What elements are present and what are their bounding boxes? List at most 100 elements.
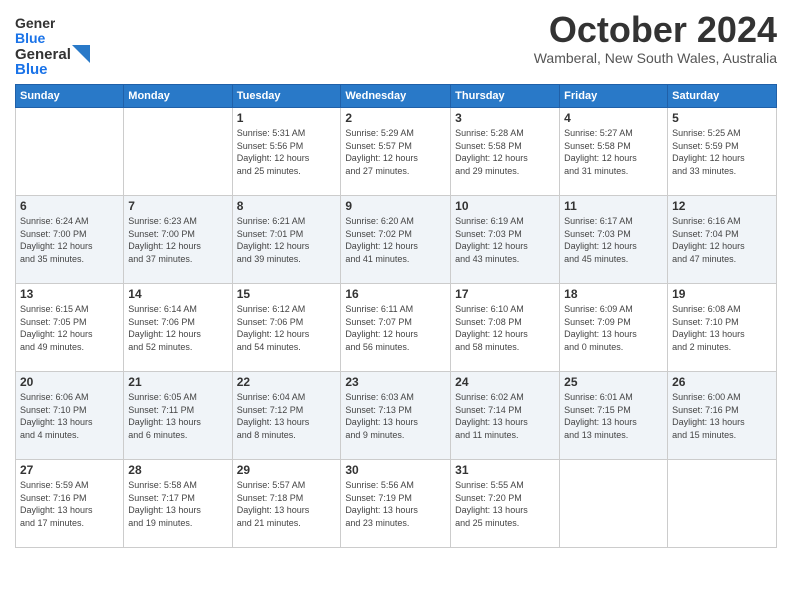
day-info: Sunrise: 6:08 AM Sunset: 7:10 PM Dayligh… [672, 303, 772, 353]
calendar-cell: 6 Sunrise: 6:24 AM Sunset: 7:00 PM Daylig… [16, 196, 124, 284]
calendar-cell: 31Sunrise: 5:55 AM Sunset: 7:20 PM Dayli… [451, 460, 560, 548]
calendar-cell: 24 Sunrise: 6:02 AM Sunset: 7:14 PM Dayli… [451, 372, 560, 460]
day-info: Sunrise: 6:19 AM Sunset: 7:03 PM Dayligh… [455, 215, 555, 265]
day-number: 2 [345, 111, 446, 125]
header-wednesday: Wednesday [341, 85, 451, 108]
page: General Blue General Blue October 2024 W… [0, 0, 792, 612]
day-info: Sunrise: 6:05 AM Sunset: 7:11 PM Dayligh… [128, 391, 227, 441]
day-number: 22 [237, 375, 337, 389]
header-monday: Monday [124, 85, 232, 108]
calendar-week-2: 6 Sunrise: 6:24 AM Sunset: 7:00 PM Daylig… [16, 196, 777, 284]
day-info: Sunrise: 6:21 AM Sunset: 7:01 PM Dayligh… [237, 215, 337, 265]
calendar-cell: 21 Sunrise: 6:05 AM Sunset: 7:11 PM Dayli… [124, 372, 232, 460]
calendar-cell: 5 Sunrise: 5:25 AM Sunset: 5:59 PM Daylig… [668, 108, 777, 196]
header-tuesday: Tuesday [232, 85, 341, 108]
day-info: Sunrise: 6:17 AM Sunset: 7:03 PM Dayligh… [564, 215, 663, 265]
logo-blue: Blue [15, 61, 48, 78]
day-info: Sunrise: 6:16 AM Sunset: 7:04 PM Dayligh… [672, 215, 772, 265]
day-info: Sunrise: 5:25 AM Sunset: 5:59 PM Dayligh… [672, 127, 772, 177]
day-info: Sunrise: 6:10 AM Sunset: 7:08 PM Dayligh… [455, 303, 555, 353]
calendar-cell: 13 Sunrise: 6:15 AM Sunset: 7:05 PM Dayli… [16, 284, 124, 372]
day-info: Sunrise: 6:15 AM Sunset: 7:05 PM Dayligh… [20, 303, 119, 353]
day-number: 13 [20, 287, 119, 301]
calendar-cell: 19 Sunrise: 6:08 AM Sunset: 7:10 PM Dayli… [668, 284, 777, 372]
day-info: Sunrise: 6:03 AM Sunset: 7:13 PM Dayligh… [345, 391, 446, 441]
calendar-cell: 15Sunrise: 6:12 AM Sunset: 7:06 PM Dayli… [232, 284, 341, 372]
header-sunday: Sunday [16, 85, 124, 108]
day-info: Sunrise: 5:56 AM Sunset: 7:19 PM Dayligh… [345, 479, 446, 529]
day-number: 21 [128, 375, 227, 389]
calendar-cell: 8Sunrise: 6:21 AM Sunset: 7:01 PM Daylig… [232, 196, 341, 284]
calendar-cell: 16Sunrise: 6:11 AM Sunset: 7:07 PM Dayli… [341, 284, 451, 372]
day-number: 6 [20, 199, 119, 213]
calendar-week-3: 13 Sunrise: 6:15 AM Sunset: 7:05 PM Dayli… [16, 284, 777, 372]
location: Wamberal, New South Wales, Australia [534, 50, 777, 66]
calendar-week-5: 27 Sunrise: 5:59 AM Sunset: 7:16 PM Dayli… [16, 460, 777, 548]
calendar-cell: 7 Sunrise: 6:23 AM Sunset: 7:00 PM Daylig… [124, 196, 232, 284]
day-number: 30 [345, 463, 446, 477]
day-info: Sunrise: 6:14 AM Sunset: 7:06 PM Dayligh… [128, 303, 227, 353]
day-info: Sunrise: 6:04 AM Sunset: 7:12 PM Dayligh… [237, 391, 337, 441]
day-info: Sunrise: 6:20 AM Sunset: 7:02 PM Dayligh… [345, 215, 446, 265]
calendar-cell: 9Sunrise: 6:20 AM Sunset: 7:02 PM Daylig… [341, 196, 451, 284]
header-saturday: Saturday [668, 85, 777, 108]
day-info: Sunrise: 5:31 AM Sunset: 5:56 PM Dayligh… [237, 127, 337, 177]
calendar-cell: 11 Sunrise: 6:17 AM Sunset: 7:03 PM Dayli… [560, 196, 668, 284]
logo-icon: General Blue [15, 10, 55, 50]
calendar-cell: 29Sunrise: 5:57 AM Sunset: 7:18 PM Dayli… [232, 460, 341, 548]
calendar-cell: 2 Sunrise: 5:29 AM Sunset: 5:57 PM Daylig… [341, 108, 451, 196]
day-info: Sunrise: 6:23 AM Sunset: 7:00 PM Dayligh… [128, 215, 227, 265]
header: General Blue General Blue October 2024 W… [15, 10, 777, 78]
calendar-table: Sunday Monday Tuesday Wednesday Thursday… [15, 84, 777, 548]
month-title: October 2024 [534, 10, 777, 50]
calendar-cell: 30 Sunrise: 5:56 AM Sunset: 7:19 PM Dayli… [341, 460, 451, 548]
day-info: Sunrise: 5:28 AM Sunset: 5:58 PM Dayligh… [455, 127, 555, 177]
calendar-cell: 20 Sunrise: 6:06 AM Sunset: 7:10 PM Dayli… [16, 372, 124, 460]
calendar-cell: 25Sunrise: 6:01 AM Sunset: 7:15 PM Dayli… [560, 372, 668, 460]
day-number: 4 [564, 111, 663, 125]
day-info: Sunrise: 6:06 AM Sunset: 7:10 PM Dayligh… [20, 391, 119, 441]
calendar-cell: 18Sunrise: 6:09 AM Sunset: 7:09 PM Dayli… [560, 284, 668, 372]
day-number: 16 [345, 287, 446, 301]
calendar-cell: 10 Sunrise: 6:19 AM Sunset: 7:03 PM Dayli… [451, 196, 560, 284]
calendar-cell: 4 Sunrise: 5:27 AM Sunset: 5:58 PM Daylig… [560, 108, 668, 196]
calendar-cell [124, 108, 232, 196]
day-number: 27 [20, 463, 119, 477]
day-number: 12 [672, 199, 772, 213]
day-number: 26 [672, 375, 772, 389]
day-number: 28 [128, 463, 227, 477]
day-number: 3 [455, 111, 555, 125]
calendar-cell: 28Sunrise: 5:58 AM Sunset: 7:17 PM Dayli… [124, 460, 232, 548]
svg-text:Blue: Blue [15, 30, 46, 46]
calendar-cell: 26Sunrise: 6:00 AM Sunset: 7:16 PM Dayli… [668, 372, 777, 460]
day-info: Sunrise: 6:01 AM Sunset: 7:15 PM Dayligh… [564, 391, 663, 441]
calendar-cell: 1 Sunrise: 5:31 AM Sunset: 5:56 PM Daylig… [232, 108, 341, 196]
calendar-cell: 23 Sunrise: 6:03 AM Sunset: 7:13 PM Dayli… [341, 372, 451, 460]
header-friday: Friday [560, 85, 668, 108]
day-info: Sunrise: 5:57 AM Sunset: 7:18 PM Dayligh… [237, 479, 337, 529]
day-number: 1 [237, 111, 337, 125]
svg-text:General: General [15, 15, 55, 31]
day-info: Sunrise: 6:24 AM Sunset: 7:00 PM Dayligh… [20, 215, 119, 265]
day-number: 14 [128, 287, 227, 301]
day-info: Sunrise: 5:29 AM Sunset: 5:57 PM Dayligh… [345, 127, 446, 177]
day-info: Sunrise: 5:59 AM Sunset: 7:16 PM Dayligh… [20, 479, 119, 529]
calendar-cell [16, 108, 124, 196]
calendar-header-row: Sunday Monday Tuesday Wednesday Thursday… [16, 85, 777, 108]
day-number: 24 [455, 375, 555, 389]
day-info: Sunrise: 6:02 AM Sunset: 7:14 PM Dayligh… [455, 391, 555, 441]
logo: General Blue General Blue [15, 10, 90, 78]
day-info: Sunrise: 5:27 AM Sunset: 5:58 PM Dayligh… [564, 127, 663, 177]
day-number: 18 [564, 287, 663, 301]
day-number: 11 [564, 199, 663, 213]
day-number: 10 [455, 199, 555, 213]
day-number: 7 [128, 199, 227, 213]
day-number: 23 [345, 375, 446, 389]
day-number: 5 [672, 111, 772, 125]
day-number: 20 [20, 375, 119, 389]
calendar-cell [668, 460, 777, 548]
calendar-cell [560, 460, 668, 548]
day-number: 19 [672, 287, 772, 301]
day-number: 31 [455, 463, 555, 477]
day-info: Sunrise: 6:12 AM Sunset: 7:06 PM Dayligh… [237, 303, 337, 353]
